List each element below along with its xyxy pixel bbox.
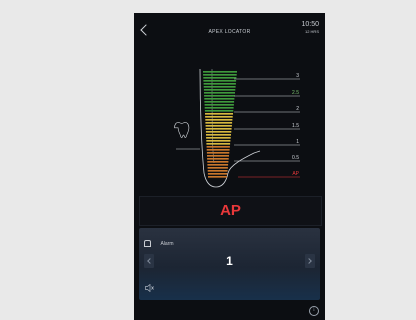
apex-status-text: AP: [220, 202, 241, 219]
scale-label: 3: [296, 73, 299, 79]
apex-bar-segment: [205, 131, 232, 133]
apex-bar-segment: [207, 167, 228, 169]
top-bar: APEX LOCATOR 10:50 12 HRS: [134, 13, 325, 53]
apex-bar-segment: [204, 104, 234, 106]
apex-bar-segment: [207, 155, 229, 157]
apex-bar-segment: [206, 143, 231, 145]
scale-label: 1: [296, 139, 299, 145]
chevron-right-icon: [306, 258, 312, 264]
alarm-value: 1: [226, 254, 233, 268]
clock-time: 10:50: [301, 21, 319, 28]
scale-label: AP: [292, 171, 299, 177]
scale-label: 2: [296, 106, 299, 112]
apex-bar-segment: [206, 146, 230, 148]
apex-bar-segment: [204, 98, 235, 100]
apex-status-panel: AP: [139, 196, 322, 226]
stage: APEX LOCATOR 10:50 12 HRS 3 2.5 2 1.5 1 0.5 AP…: [0, 0, 416, 320]
apex-bar-segment: [206, 137, 231, 139]
clock-unit: 12 HRS: [304, 29, 319, 34]
apex-bar-segment: [204, 95, 235, 97]
apex-bar-segment: [203, 80, 237, 82]
alarm-stepper: 1: [144, 250, 315, 272]
page-title: APEX LOCATOR: [208, 29, 251, 35]
apex-bar-segment: [203, 83, 236, 85]
apex-scale: 3 2.5 2 1.5 1 0.5 AP: [234, 73, 300, 178]
tooth-icon: [174, 122, 200, 150]
apex-bar-segment: [207, 164, 229, 166]
apex-bar-segment: [205, 119, 233, 121]
apex-bar-segment: [208, 176, 227, 178]
apex-bar-segment: [206, 140, 231, 142]
apex-bar-segment: [204, 107, 234, 109]
alarm-row: Alarm: [144, 235, 174, 248]
apex-bar-segment: [205, 113, 233, 115]
alarm-control-panel: Alarm 1: [139, 228, 320, 300]
apex-bars: [203, 71, 237, 178]
apex-bar-segment: [206, 152, 230, 154]
info-icon[interactable]: i: [309, 306, 319, 316]
apex-bar-segment: [204, 101, 235, 103]
apex-bar-segment: [203, 77, 237, 79]
apex-bar-segment: [203, 71, 237, 73]
apex-bar-segment: [206, 134, 231, 136]
apex-bar-segment: [203, 86, 236, 88]
apex-bar-segment: [204, 92, 235, 94]
apex-bar-segment: [205, 116, 233, 118]
scale-label: 0.5: [292, 155, 299, 161]
apex-bar-segment: [207, 158, 229, 160]
clock: 10:50 12 HRS: [301, 21, 319, 34]
apex-gauge: 3 2.5 2 1.5 1 0.5 AP: [174, 68, 300, 188]
apex-bar-segment: [203, 89, 236, 91]
apex-bar-segment: [205, 122, 233, 124]
increase-button[interactable]: [305, 254, 315, 268]
scale-label: 2.5: [292, 90, 299, 96]
sound-icon[interactable]: [145, 284, 154, 292]
apex-bar-segment: [205, 128, 232, 130]
alarm-label: Alarm: [160, 240, 174, 247]
apex-bar-segment: [207, 161, 229, 163]
bell-icon: [144, 240, 151, 248]
apex-bar-segment: [203, 74, 237, 76]
apex-bar-segment: [205, 125, 232, 127]
apex-bar-segment: [204, 110, 234, 112]
scale-label: 1.5: [292, 123, 299, 129]
device-screen: APEX LOCATOR 10:50 12 HRS 3 2.5 2 1.5 1 0.5 AP…: [134, 13, 325, 320]
back-icon[interactable]: [140, 24, 152, 36]
apex-bar-segment: [206, 149, 230, 151]
apex-bar-segment: [207, 170, 228, 172]
apex-bar-segment: [207, 173, 228, 175]
